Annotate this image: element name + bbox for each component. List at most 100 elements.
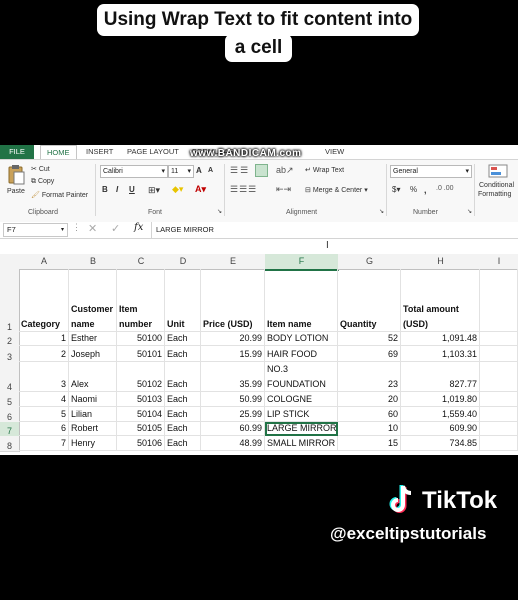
font-color-icon[interactable]: A▾: [195, 184, 206, 195]
cell-a1[interactable]: Category: [19, 269, 69, 332]
cell-b5[interactable]: Naomi: [69, 392, 117, 407]
cell-d4[interactable]: Each: [165, 362, 201, 392]
cell-b6[interactable]: Lilian: [69, 407, 117, 422]
cell-d5[interactable]: Each: [165, 392, 201, 407]
cell-d6[interactable]: Each: [165, 407, 201, 422]
cell-h4[interactable]: 827.77: [401, 362, 480, 392]
cell-d7[interactable]: Each: [165, 422, 201, 436]
cut-button[interactable]: ✂ Cut: [31, 165, 50, 173]
enter-icon[interactable]: ✓: [111, 222, 120, 235]
cell-g6[interactable]: 60: [338, 407, 401, 422]
row-header-7[interactable]: 7: [0, 422, 20, 437]
comma-button[interactable]: ,: [424, 185, 427, 195]
cell-f1[interactable]: Item name: [265, 269, 338, 332]
row-header-8[interactable]: 8: [0, 436, 20, 452]
tab-home[interactable]: HOME: [40, 145, 77, 160]
cell-g2[interactable]: 52: [338, 332, 401, 346]
insert-function-icon[interactable]: fx: [134, 222, 143, 233]
cell-c5[interactable]: 50103: [117, 392, 165, 407]
cell-h6[interactable]: 1,559.40: [401, 407, 480, 422]
dialog-launcher-icon[interactable]: ↘: [467, 208, 472, 215]
row-header-6[interactable]: 6: [0, 407, 20, 423]
cell-c8[interactable]: 50106: [117, 436, 165, 451]
cell-a6[interactable]: 5: [19, 407, 69, 422]
cell-g8[interactable]: 15: [338, 436, 401, 451]
cell-i1[interactable]: [480, 269, 518, 332]
indent-icons[interactable]: ⇤⇥: [276, 184, 291, 195]
cell-b4[interactable]: Alex: [69, 362, 117, 392]
dialog-launcher-icon[interactable]: ↘: [379, 208, 384, 215]
bottom-align-button[interactable]: [255, 164, 268, 177]
cell-a7[interactable]: 6: [19, 422, 69, 436]
cell-g5[interactable]: 20: [338, 392, 401, 407]
formatting-label[interactable]: Formatting: [478, 191, 511, 198]
currency-button[interactable]: $▾: [392, 185, 400, 194]
select-all-corner[interactable]: [0, 254, 20, 270]
font-name-dropdown[interactable]: Calibri ▾: [100, 165, 168, 178]
cell-g4[interactable]: 23: [338, 362, 401, 392]
cell-f4[interactable]: NO.3 FOUNDATION: [265, 362, 338, 392]
column-header-a[interactable]: A: [19, 254, 70, 270]
cell-d3[interactable]: Each: [165, 346, 201, 362]
cell-b1[interactable]: Customer name: [69, 269, 117, 332]
cell-e8[interactable]: 48.99: [201, 436, 265, 451]
cell-e2[interactable]: 20.99: [201, 332, 265, 346]
cell-h1[interactable]: Total amount (USD): [401, 269, 480, 332]
decimal-icons[interactable]: .0 .00: [436, 185, 454, 192]
conditional-formatting-label[interactable]: Conditional: [479, 182, 514, 189]
cell-b3[interactable]: Joseph: [69, 346, 117, 362]
cell-b2[interactable]: Esther: [69, 332, 117, 346]
cell-f5[interactable]: ARABIC COLOGNE: [265, 392, 338, 407]
cell-f6[interactable]: LIP STICK: [265, 407, 338, 422]
cell-e7[interactable]: 60.99: [201, 422, 265, 436]
cell-c3[interactable]: 50101: [117, 346, 165, 362]
copy-button[interactable]: ⧉ Copy: [31, 178, 54, 186]
cell-e6[interactable]: 25.99: [201, 407, 265, 422]
cell-b8[interactable]: Henry: [69, 436, 117, 451]
format-painter-button[interactable]: 🖌 Format Painter: [31, 191, 88, 199]
row-header-4[interactable]: 4: [0, 362, 20, 393]
cell-e1[interactable]: Price (USD): [201, 269, 265, 332]
column-header-h[interactable]: H: [401, 254, 481, 270]
cell-i4[interactable]: [480, 362, 518, 392]
cell-i5[interactable]: [480, 392, 518, 407]
cell-a5[interactable]: 4: [19, 392, 69, 407]
cell-d2[interactable]: Each: [165, 332, 201, 346]
cell-g3[interactable]: 69: [338, 346, 401, 362]
column-header-g[interactable]: G: [338, 254, 402, 270]
cell-h8[interactable]: 734.85: [401, 436, 480, 451]
tab-view[interactable]: VIEW: [325, 147, 344, 156]
cell-g7[interactable]: 10: [338, 422, 401, 436]
cell-c6[interactable]: 50104: [117, 407, 165, 422]
cell-f8[interactable]: SMALL MIRROR: [265, 436, 338, 451]
dialog-launcher-icon[interactable]: ↘: [217, 208, 222, 215]
cell-e5[interactable]: 50.99: [201, 392, 265, 407]
column-header-i[interactable]: I: [480, 254, 518, 270]
vertical-align-icons[interactable]: ☰☰: [230, 165, 250, 176]
cell-d8[interactable]: Each: [165, 436, 201, 451]
row-header-2[interactable]: 2: [0, 332, 20, 347]
tab-file[interactable]: FILE: [0, 145, 34, 159]
cell-i7[interactable]: [480, 422, 518, 436]
column-header-c[interactable]: C: [117, 254, 166, 270]
cell-i8[interactable]: [480, 436, 518, 451]
cell-a8[interactable]: 7: [19, 436, 69, 451]
column-header-d[interactable]: D: [165, 254, 202, 270]
bold-button[interactable]: B: [102, 185, 108, 194]
cell-i2[interactable]: [480, 332, 518, 346]
conditional-formatting-icon[interactable]: [488, 164, 508, 178]
underline-button[interactable]: U: [129, 185, 135, 194]
cell-a3[interactable]: 2: [19, 346, 69, 362]
borders-icon[interactable]: ⊞▾: [148, 185, 160, 196]
cell-h3[interactable]: 1,103.31: [401, 346, 480, 362]
cell-a2[interactable]: 1: [19, 332, 69, 346]
cell-h2[interactable]: 1,091.48: [401, 332, 480, 346]
name-box[interactable]: F7 ▾: [3, 223, 68, 237]
italic-button[interactable]: I: [116, 185, 118, 194]
cell-g1[interactable]: Quantity: [338, 269, 401, 332]
cell-c1[interactable]: Item number: [117, 269, 165, 332]
column-header-e[interactable]: E: [201, 254, 266, 270]
horizontal-align-icons[interactable]: ☰☰☰: [230, 184, 257, 195]
cell-h7[interactable]: 609.90: [401, 422, 480, 436]
cell-f7[interactable]: LARGE MIRROR: [265, 422, 338, 436]
